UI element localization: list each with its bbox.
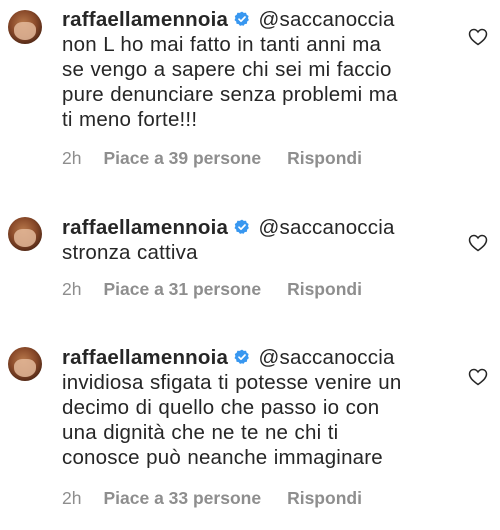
heart-outline-icon[interactable] [468,234,488,252]
comment-body: raffaellamennoia @saccanoccia stronza ca… [62,215,457,265]
comment-likes-link[interactable]: Piace a 31 persone [103,279,261,299]
comment-text: stronza cattiva [62,241,198,264]
comment-username[interactable]: raffaellamennoia [62,8,228,31]
avatar[interactable] [8,217,42,251]
comment-text: non L ho mai fatto in tanti anni ma se v… [62,33,398,131]
avatar[interactable] [8,10,42,44]
reply-button[interactable]: Rispondi [287,148,362,168]
verified-badge-icon [234,349,250,365]
comment-time: 2h [62,148,82,168]
comment-time: 2h [62,279,82,299]
comment-meta: 2h Piace a 39 persone Rispondi [62,148,388,169]
comment-mention[interactable]: @saccanoccia [259,216,395,239]
comment-body: raffaellamennoia @saccanoccia non L ho m… [62,7,457,132]
comment-meta: 2h Piace a 31 persone Rispondi [62,279,388,300]
comment-username[interactable]: raffaellamennoia [62,346,228,369]
comment-mention[interactable]: @saccanoccia [259,8,395,31]
comment-time: 2h [62,488,82,508]
heart-outline-icon[interactable] [468,368,488,386]
comment-text: invidiosa sfigata ti potesse venire un d… [62,371,402,469]
reply-button[interactable]: Rispondi [287,279,362,299]
avatar[interactable] [8,347,42,381]
comment-likes-link[interactable]: Piace a 33 persone [103,488,261,508]
verified-badge-icon [234,11,250,27]
verified-badge-icon [234,219,250,235]
heart-outline-icon[interactable] [468,28,488,46]
comment-body: raffaellamennoia @saccanoccia invidiosa … [62,345,457,470]
comment-meta: 2h Piace a 33 persone Rispondi [62,488,388,509]
comment-username[interactable]: raffaellamennoia [62,216,228,239]
comment-mention[interactable]: @saccanoccia [259,346,395,369]
comment-likes-link[interactable]: Piace a 39 persone [103,148,261,168]
reply-button[interactable]: Rispondi [287,488,362,508]
